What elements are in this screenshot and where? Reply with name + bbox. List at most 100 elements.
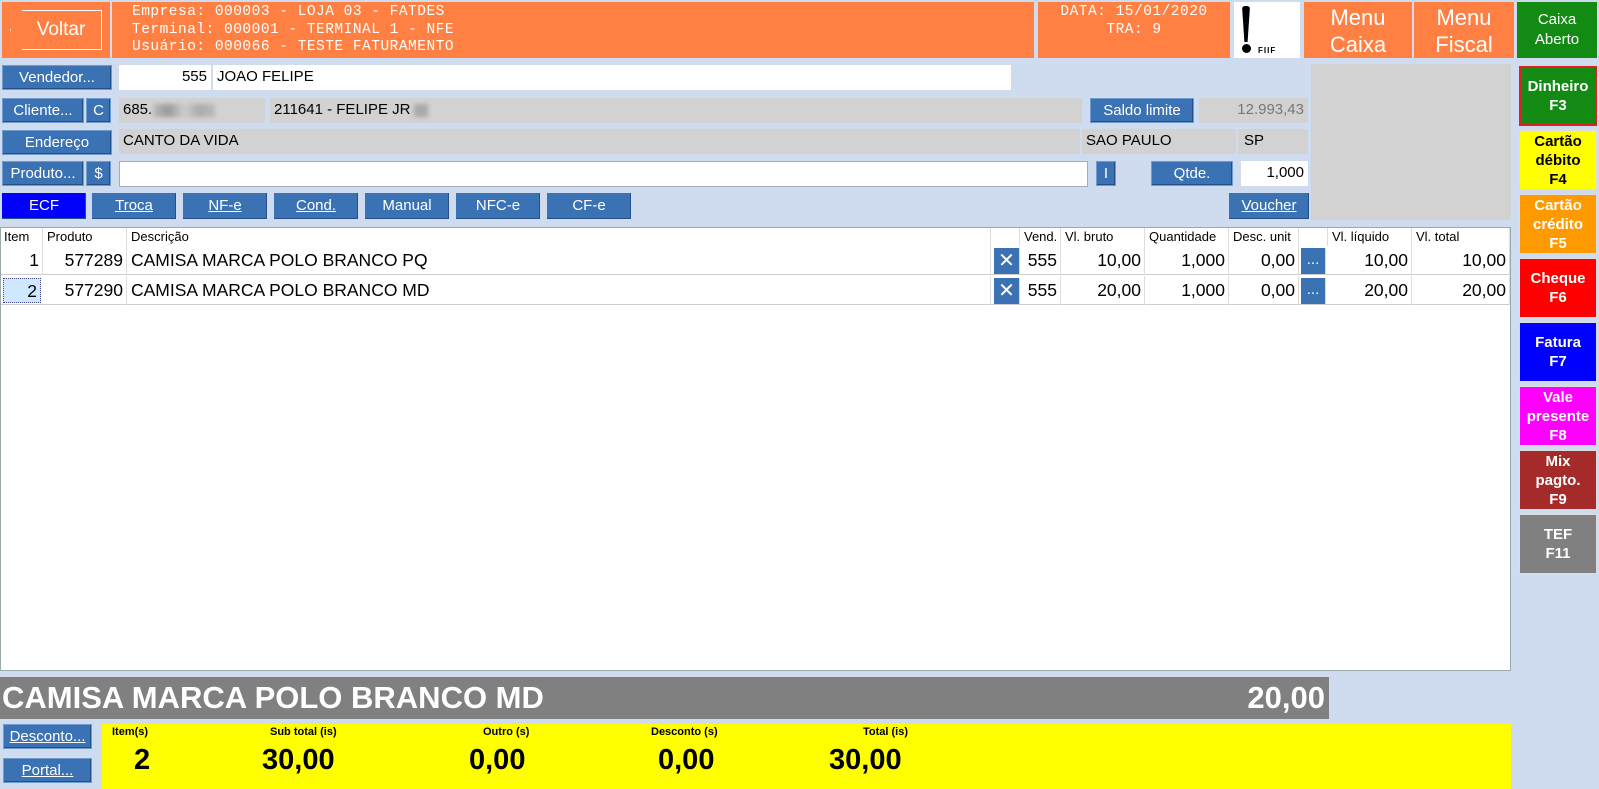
pay-mix-line2: pagto. [1535,471,1581,489]
desconto-button-label: Desconto... [9,728,86,745]
pay-dinheiro-button[interactable]: Dinheiro F3 [1519,66,1597,126]
qtde-button[interactable]: Qtde. [1151,161,1233,186]
menu-fiscal-line2: Fiscal [1435,32,1493,57]
vendedor-code-field[interactable]: 555 [119,65,211,90]
mode-cfe-button[interactable]: CF-e [547,193,631,219]
pay-vale-button[interactable]: Vale presente F8 [1519,386,1597,446]
fiscal-alert-icon: FIIF [1234,2,1300,58]
pay-credito-line2: crédito [1532,215,1583,233]
itens-value: 2 [134,744,151,776]
redacted-doc [153,103,216,117]
mode-cfe-label: CF-e [572,197,606,214]
cliente-c-button[interactable]: C [86,98,111,123]
caixa-status-line2: Aberto [1534,31,1580,48]
cliente-name-field[interactable]: 211641 - FELIPE JR [270,98,1082,123]
cell-desc-unit: 0,00 [1230,246,1299,275]
pay-mix-button[interactable]: Mix pagto. F9 [1519,450,1597,510]
produto-price-label: $ [94,165,103,182]
endereco-field: CANTO DA VIDA [119,129,1080,154]
cell-descricao: CAMISA MARCA POLO BRANCO PQ [128,246,991,275]
cliente-name-text: 211641 - FELIPE JR [274,101,411,118]
produto-input[interactable] [119,161,1088,187]
mode-cond-button[interactable]: Cond. [274,193,358,219]
pay-fatura-line1: Fatura [1535,334,1581,351]
info-i-button[interactable]: I [1096,161,1116,186]
vendedor-button-label: Vendedor... [19,69,95,86]
col-header-desc-unit: Desc. unit [1230,228,1299,246]
vendedor-button[interactable]: Vendedor... [2,65,112,90]
produto-button-label: Produto... [10,165,76,182]
mode-nfce-label: NFC-e [475,197,521,214]
pay-tef-button[interactable]: TEF F11 [1519,514,1597,574]
menu-caixa-button[interactable]: Menu Caixa [1304,2,1412,58]
pay-debito-button[interactable]: Cartão débito F4 [1519,130,1597,190]
pay-dinheiro-line1: Dinheiro [1527,78,1589,95]
saldo-limite-button[interactable]: Saldo limite [1090,98,1194,123]
pay-mix-line1: Mix [1545,452,1571,470]
terminal-text: Terminal: 000001 - TERMINAL 1 - NFE [132,21,455,38]
produto-button[interactable]: Produto... [2,161,84,186]
session-info: Empresa: 000003 - LOJA 03 - FATDES Termi… [112,2,1034,58]
mode-nfce-button[interactable]: NFC-e [456,193,540,219]
empresa-text: Empresa: 000003 - LOJA 03 - FATDES [132,4,445,20]
pay-dinheiro-line2: F3 [1549,97,1567,114]
back-button[interactable]: Voltar [2,2,110,58]
mode-nfe-button[interactable]: NF-e [183,193,267,219]
mode-troca-label: Troca [115,197,153,214]
caixa-status-button[interactable]: Caixa Aberto [1517,2,1597,58]
produto-price-button[interactable]: $ [86,161,111,186]
cell-liquido: 10,00 [1329,246,1412,275]
cell-total: 10,00 [1413,246,1510,275]
mode-ecf-button[interactable]: ECF [2,193,86,219]
pay-credito-button[interactable]: Cartão crédito F5 [1519,194,1597,254]
cell-vend: 555 [1021,276,1061,305]
cidade-field: SAO PAULO [1082,129,1236,154]
endereco-button-label: Endereço [24,134,90,151]
table-row[interactable]: 1 577289 CAMISA MARCA POLO BRANCO PQ ✕ 5… [1,246,1510,275]
desconto-button[interactable]: Desconto... [3,724,92,749]
pay-vale-line3: F8 [1549,426,1567,444]
saldo-limite-label: Saldo limite [1103,102,1181,119]
remove-item-icon[interactable]: ✕ [994,278,1020,304]
cell-descricao: CAMISA MARCA POLO BRANCO MD [128,276,991,305]
subtotal-value: 30,00 [262,744,335,776]
endereco-button[interactable]: Endereço [2,130,112,155]
qtde-input[interactable]: 1,000 [1241,161,1308,186]
pay-cheque-button[interactable]: Cheque F6 [1519,258,1597,318]
total-label: Total (is) [863,726,909,738]
subtotal-label: Sub total (is) [270,726,337,738]
portal-button[interactable]: Portal... [3,758,92,783]
pay-vale-line1: Vale [1542,388,1574,406]
pay-vale-line2: presente [1526,407,1590,425]
menu-caixa-line2: Caixa [1329,32,1387,57]
cliente-doc-field[interactable]: 685. [119,98,265,123]
item-detail-button[interactable]: ... [1301,278,1326,304]
vendedor-name-field[interactable]: JOAO FELIPE [213,65,1011,90]
cliente-button-label: Cliente... [13,102,73,119]
mode-manual-button[interactable]: Manual [365,193,449,219]
voucher-label: Voucher [1241,197,1297,214]
redacted-name [414,103,429,117]
voucher-button[interactable]: Voucher [1229,193,1309,219]
cell-produto: 577289 [44,246,127,275]
cell-desc-unit: 0,00 [1230,276,1299,305]
col-header-descricao: Descrição [128,228,991,246]
pay-fatura-button[interactable]: Fatura F7 [1519,322,1597,382]
desconto-total-value: 0,00 [658,744,715,776]
item-detail-button[interactable]: ... [1301,248,1326,274]
col-header-quantidade: Quantidade [1146,228,1229,246]
outro-label: Outro (s) [483,726,530,738]
col-header-liquido: Vl. líquido [1329,228,1412,246]
remove-item-icon[interactable]: ✕ [994,248,1020,274]
cell-produto: 577290 [44,276,127,305]
pay-tef-line2: F11 [1545,545,1571,562]
col-header-produto: Produto [44,228,127,246]
cliente-button[interactable]: Cliente... [2,98,84,123]
pay-debito-line1: Cartão [1534,132,1582,150]
mode-troca-button[interactable]: Troca [92,193,176,219]
table-row[interactable]: 2 577290 CAMISA MARCA POLO BRANCO MD ✕ 5… [1,276,1510,305]
pay-fatura-line2: F7 [1549,353,1567,370]
portal-button-label: Portal... [21,762,74,779]
menu-fiscal-button[interactable]: Menu Fiscal [1414,2,1514,58]
cell-quantidade: 1,000 [1146,246,1229,275]
